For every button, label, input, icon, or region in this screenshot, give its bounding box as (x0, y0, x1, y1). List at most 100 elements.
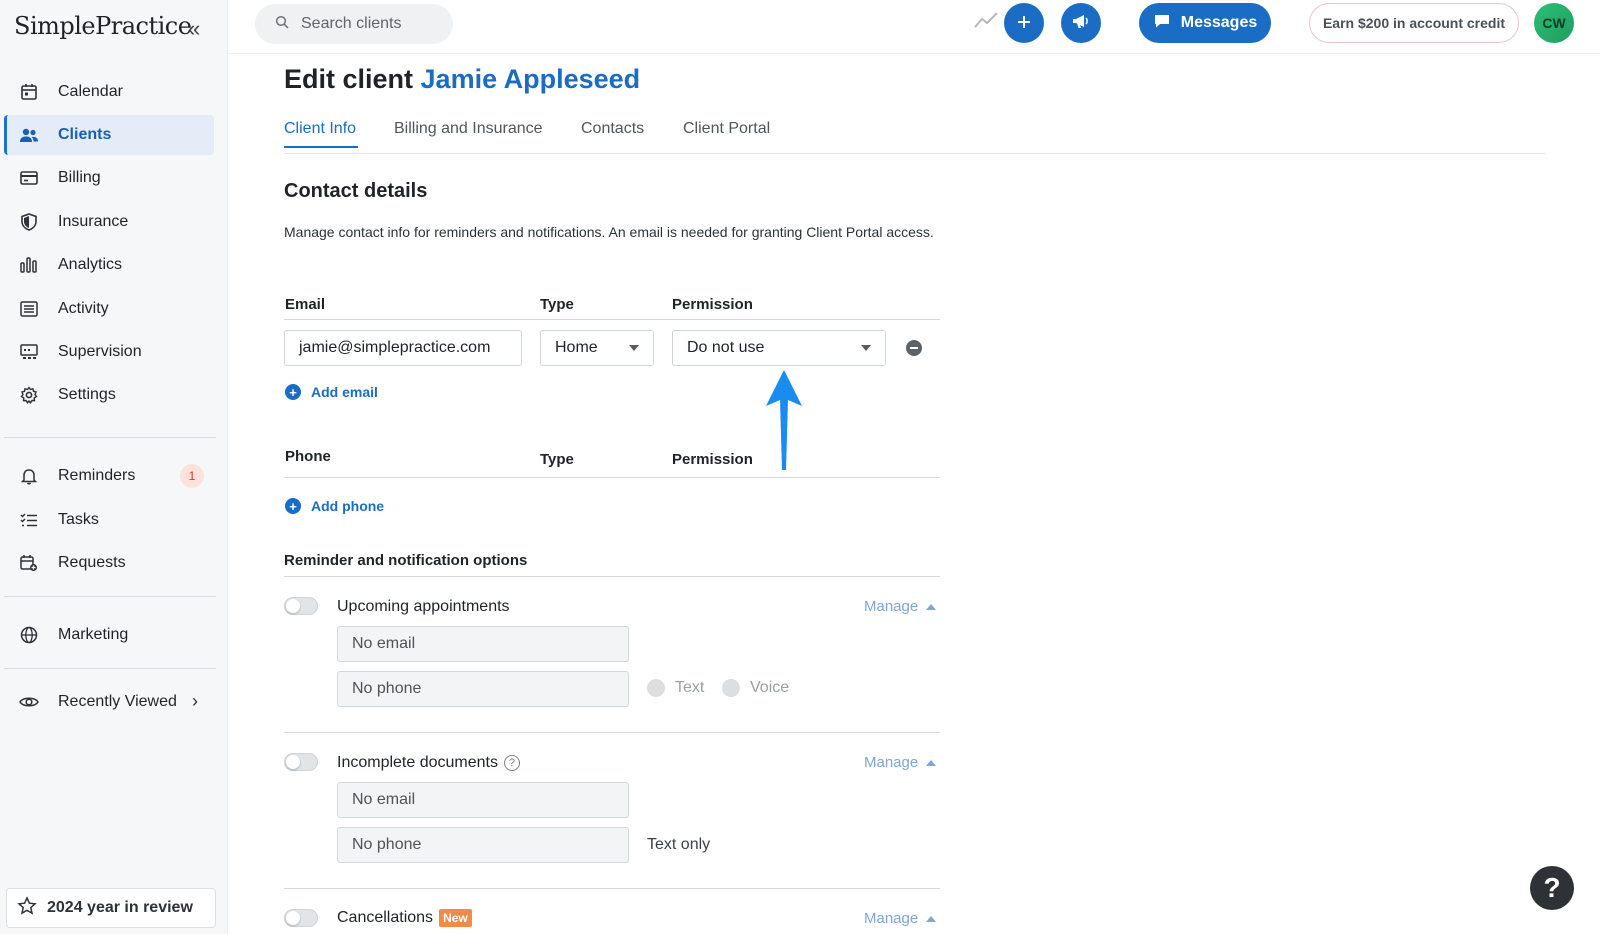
voice-radio-label: Voice (750, 679, 790, 696)
tab-label: Client Info (284, 120, 357, 137)
sidebar-item-analytics[interactable]: Analytics (4, 245, 214, 285)
trend-chart-icon[interactable] (974, 10, 998, 36)
phone-type-column-header: Type (540, 451, 574, 468)
announcements-button[interactable] (1061, 3, 1101, 43)
sidebar-item-tasks[interactable]: Tasks (4, 500, 214, 540)
incomplete-documents-email-field[interactable]: No email (337, 782, 629, 818)
sidebar-item-label: Requests (58, 554, 126, 571)
cancellations-text: Cancellations (337, 909, 434, 926)
cancellations-toggle[interactable] (284, 909, 318, 927)
chevron-right-icon[interactable]: › (192, 691, 198, 712)
tab-bar: Client Info Billing and Insurance Contac… (284, 118, 1546, 154)
sidebar-item-activity[interactable]: Activity (4, 289, 214, 329)
question-circle-icon[interactable]: ? (503, 755, 520, 771)
gear-icon (18, 384, 40, 406)
email-field[interactable]: jamie@simplepractice.com (284, 330, 522, 366)
client-name: Jamie Appleseed (420, 64, 641, 94)
reminder-options-heading: Reminder and notification options (284, 552, 528, 569)
sidebar-item-supervision[interactable]: Supervision (4, 332, 214, 372)
chevron-up-icon (926, 915, 937, 922)
text-radio[interactable]: Text (647, 679, 704, 697)
add-phone-label: Add phone (311, 498, 385, 514)
sidebar: SimplePractice « Calendar Clients Billin… (0, 0, 228, 934)
sidebar-item-requests[interactable]: Requests (4, 543, 214, 583)
collapse-sidebar-icon[interactable]: « (188, 16, 200, 42)
sidebar-item-settings[interactable]: Settings (4, 375, 214, 415)
page-title-prefix: Edit client (284, 64, 414, 94)
help-button[interactable]: ? (1530, 866, 1574, 910)
chat-bubble-icon (1153, 13, 1171, 34)
contact-details-description: Manage contact info for reminders and no… (284, 224, 934, 240)
sidebar-item-insurance[interactable]: Insurance (4, 202, 214, 242)
remove-email-button[interactable] (906, 340, 922, 356)
tab-billing-and-insurance[interactable]: Billing and Insurance (394, 120, 543, 138)
radio-circle-icon (647, 679, 665, 697)
tab-client-info[interactable]: Client Info (284, 120, 358, 148)
section-divider (284, 888, 940, 889)
incomplete-documents-phone-field[interactable]: No phone (337, 827, 629, 863)
sidebar-item-billing[interactable]: Billing (4, 158, 214, 198)
incomplete-documents-text: Incomplete documents (337, 754, 498, 771)
email-type-select[interactable]: Home (540, 330, 654, 366)
year-in-review-label: 2024 year in review (47, 899, 193, 916)
shield-icon (18, 211, 40, 233)
globe-icon (18, 624, 40, 646)
manage-label: Manage (864, 754, 919, 771)
email-column-header: Email (285, 296, 326, 313)
cancellations-manage-link[interactable]: Manage (864, 910, 937, 927)
upcoming-appointments-email-field[interactable]: No email (337, 626, 629, 662)
plus-circle-icon: + (285, 498, 301, 514)
credit-card-icon (18, 167, 40, 189)
phone-column-header: Phone (285, 448, 331, 465)
plus-circle-icon: + (285, 384, 301, 400)
checklist-icon (18, 509, 40, 531)
brand-logo[interactable]: SimplePractice (14, 12, 192, 40)
add-new-button[interactable] (1004, 3, 1044, 43)
new-badge: New (439, 909, 472, 927)
sidebar-item-label: Clients (58, 126, 112, 143)
upcoming-appointments-manage-link[interactable]: Manage (864, 598, 937, 615)
chevron-down-icon (861, 345, 871, 351)
sidebar-item-recently-viewed[interactable]: Recently Viewed (4, 682, 214, 722)
add-phone-button[interactable]: + Add phone (285, 498, 384, 514)
year-in-review-button[interactable]: 2024 year in review (6, 888, 216, 928)
email-permission-value: Do not use (687, 339, 765, 356)
incomplete-documents-toggle[interactable] (284, 753, 318, 771)
search-input[interactable]: Search clients (255, 4, 453, 44)
bell-icon (18, 465, 40, 487)
upcoming-appointments-toggle[interactable] (284, 597, 318, 615)
star-icon (17, 895, 37, 921)
radio-circle-icon (722, 679, 740, 697)
manage-label: Manage (864, 598, 919, 615)
sidebar-item-label: Calendar (58, 83, 123, 100)
sidebar-item-label: Analytics (58, 256, 123, 273)
calendar-icon (18, 81, 40, 103)
earn-credit-button[interactable]: Earn $200 in account credit (1309, 3, 1519, 43)
search-icon (275, 15, 289, 34)
text-only-label: Text only (647, 836, 711, 853)
messages-button[interactable]: Messages (1139, 3, 1271, 43)
sidebar-divider (4, 668, 216, 669)
phone-header-rule (284, 477, 940, 478)
top-bar: Search clients Messages Earn $200 in acc… (228, 0, 1600, 54)
sidebar-item-clients[interactable]: Clients (4, 115, 214, 155)
sidebar-item-label: Marketing (58, 626, 129, 643)
tab-contacts[interactable]: Contacts (581, 120, 644, 138)
tab-client-portal[interactable]: Client Portal (683, 120, 770, 138)
avatar[interactable]: CW (1534, 3, 1574, 43)
users-icon (18, 124, 40, 146)
list-icon (18, 298, 40, 320)
sidebar-item-calendar[interactable]: Calendar (4, 72, 214, 112)
incomplete-documents-manage-link[interactable]: Manage (864, 754, 937, 771)
sidebar-item-marketing[interactable]: Marketing (4, 615, 214, 655)
upcoming-appointments-phone-field[interactable]: No phone (337, 671, 629, 707)
email-permission-select[interactable]: Do not use (672, 330, 886, 366)
voice-radio[interactable]: Voice (722, 679, 789, 697)
tab-label: Billing and Insurance (394, 120, 543, 137)
add-email-button[interactable]: + Add email (285, 384, 378, 400)
up-arrow-annotation-icon (766, 370, 802, 470)
email-permission-column-header: Permission (672, 296, 753, 313)
chevron-up-icon (926, 759, 937, 766)
chevron-down-icon (629, 345, 639, 351)
page-title: Edit client Jamie Appleseed (284, 64, 640, 95)
